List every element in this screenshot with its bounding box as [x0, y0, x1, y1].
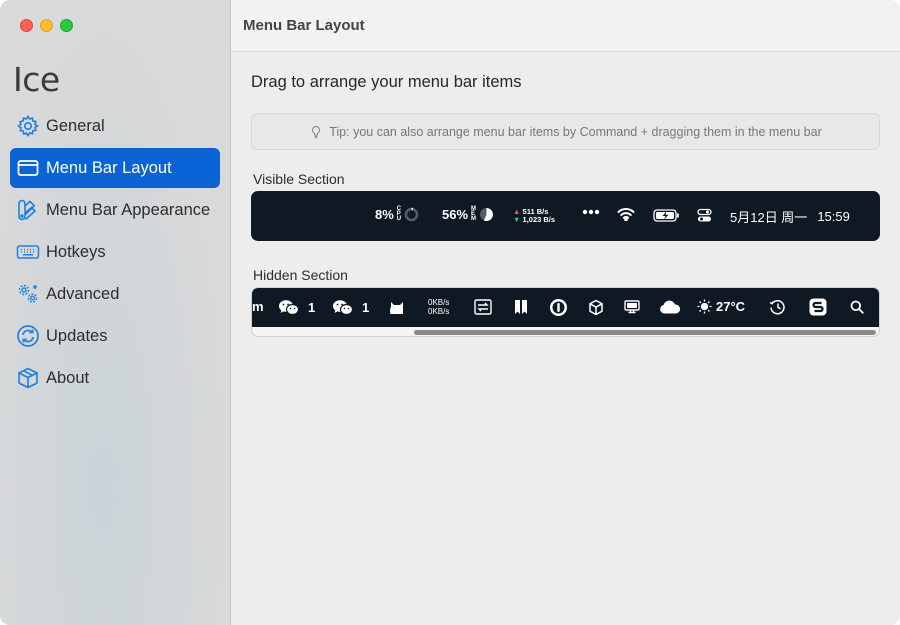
- time-text: 15:59: [817, 209, 850, 224]
- sogou-input-icon: [809, 298, 827, 316]
- memory-usage-text: 56%: [442, 207, 469, 222]
- title-bar: Menu Bar Layout: [231, 0, 900, 52]
- zoom-window-button[interactable]: [60, 19, 73, 32]
- wechat-item-2[interactable]: 1: [332, 299, 369, 316]
- wifi-icon: [617, 208, 635, 221]
- cat-app-item[interactable]: [389, 298, 405, 315]
- menubar-icon: [15, 155, 41, 181]
- control-center-icon: [697, 208, 712, 222]
- sidebar-item-menu-bar-appearance[interactable]: Menu Bar Appearance: [10, 190, 220, 230]
- hidden-section-label: Hidden Section: [253, 267, 348, 283]
- keyboard-icon: [15, 239, 41, 265]
- more-dots-item[interactable]: [582, 209, 600, 215]
- weather-item[interactable]: 27°C: [697, 299, 745, 314]
- temperature-text: 27°C: [716, 299, 746, 314]
- display-item[interactable]: [624, 300, 640, 314]
- time-machine-item[interactable]: [769, 299, 786, 315]
- net-down-text: 1,023 B/s: [522, 215, 556, 224]
- control-center-item[interactable]: [697, 208, 712, 223]
- wifi-item[interactable]: [617, 207, 635, 221]
- screen-transfer-icon: [474, 299, 492, 315]
- updates-icon: [15, 323, 41, 349]
- one-password-icon: [550, 299, 567, 316]
- settings-window: Ice General Menu Bar Layout Menu Bar App…: [0, 0, 900, 625]
- sidebar-item-label: Advanced: [46, 284, 120, 303]
- memory-pie-icon: [480, 208, 494, 221]
- box-icon: [589, 299, 603, 316]
- window-title: Menu Bar Layout: [243, 17, 365, 34]
- close-window-button[interactable]: [20, 19, 33, 32]
- minimize-window-button[interactable]: [40, 19, 53, 32]
- lightbulb-icon: [312, 125, 321, 138]
- tip-text: Tip: you can also arrange menu bar items…: [329, 124, 822, 139]
- sun-icon: [697, 299, 712, 314]
- truncated-text: m: [252, 299, 264, 314]
- hidden-section-bar: m 1 1 0KB/s 0KB/s 27°C: [252, 288, 879, 327]
- wechat-icon: [279, 300, 300, 316]
- sidebar-item-advanced[interactable]: Advanced: [10, 274, 220, 314]
- cloud-icon: [660, 300, 681, 314]
- ellipsis-icon: [582, 209, 600, 215]
- sidebar-item-label: Hotkeys: [46, 242, 106, 261]
- display-icon: [624, 300, 640, 314]
- wechat-count-1: 1: [308, 300, 316, 315]
- truncated-item[interactable]: m: [252, 299, 264, 314]
- memory-label-icon: MEM: [471, 206, 477, 222]
- gear-icon: [15, 113, 41, 139]
- gears-icon: [15, 281, 41, 307]
- sidebar-nav: General Menu Bar Layout Menu Bar Appeara…: [10, 106, 220, 400]
- cpu-ring-icon: [404, 207, 419, 222]
- net-down-text: 0KB/s: [428, 307, 450, 316]
- cpu-usage-item[interactable]: 8% CPU: [375, 206, 419, 222]
- sidebar-item-general[interactable]: General: [10, 106, 220, 146]
- sidebar-item-label: General: [46, 116, 105, 135]
- cpu-usage-text: 8%: [375, 207, 394, 222]
- sidebar-item-label: Updates: [46, 326, 108, 345]
- time-machine-icon: [769, 300, 785, 315]
- visible-section-bar: 8% CPU 56% MEM ▲ 511 B/s ▼ 1,023 B/s 5月1…: [251, 191, 880, 241]
- cpu-label-icon: CPU: [396, 206, 402, 222]
- tip-box: Tip: you can also arrange menu bar items…: [251, 113, 880, 150]
- wechat-item-1[interactable]: 1: [278, 299, 315, 316]
- sidebar-item-menu-bar-layout[interactable]: Menu Bar Layout: [10, 148, 220, 188]
- password-manager-item[interactable]: [549, 298, 568, 317]
- net-up-text: 0KB/s: [428, 298, 450, 307]
- net-down-row: ▼ 1,023 B/s: [513, 215, 556, 224]
- hidden-section-container: m 1 1 0KB/s 0KB/s 27°C: [251, 287, 880, 337]
- bookmark-app-item[interactable]: [514, 299, 528, 315]
- network-speed-item[interactable]: ▲ 511 B/s ▼ 1,023 B/s: [513, 208, 555, 224]
- wechat-icon: [333, 300, 354, 316]
- sidebar-item-about[interactable]: About: [10, 358, 220, 398]
- horizontal-scrollbar[interactable]: [414, 330, 876, 335]
- sidebar-item-updates[interactable]: Updates: [10, 316, 220, 356]
- input-method-item[interactable]: [809, 298, 827, 316]
- cube-icon: [15, 365, 41, 391]
- spotlight-item[interactable]: [850, 300, 864, 314]
- search-icon: [850, 300, 864, 314]
- sidebar: Ice General Menu Bar Layout Menu Bar App…: [0, 0, 231, 625]
- package-app-item[interactable]: [588, 299, 604, 316]
- sidebar-item-label: Menu Bar Layout: [46, 158, 172, 177]
- network-traffic-item[interactable]: 0KB/s 0KB/s: [428, 298, 449, 316]
- battery-item[interactable]: [653, 209, 680, 222]
- sidebar-item-label: Menu Bar Appearance: [46, 200, 211, 219]
- visible-section-label: Visible Section: [253, 171, 345, 187]
- split-window-icon: [515, 300, 527, 314]
- screen-switch-item[interactable]: [474, 299, 492, 315]
- appearance-icon: [15, 197, 41, 223]
- main-pane: Menu Bar Layout Drag to arrange your men…: [231, 0, 900, 625]
- date-text: 5月12日 周一: [730, 210, 808, 225]
- cat-icon: [390, 302, 403, 315]
- icloud-item[interactable]: [659, 300, 681, 314]
- network-speed-values: ▲ 511 B/s ▼ 1,023 B/s: [513, 208, 555, 224]
- app-title: Ice: [13, 60, 60, 99]
- page-heading: Drag to arrange your menu bar items: [251, 73, 522, 91]
- network-traffic-values: 0KB/s 0KB/s: [428, 298, 449, 316]
- battery-charging-icon: [653, 209, 679, 222]
- sidebar-item-hotkeys[interactable]: Hotkeys: [10, 232, 220, 272]
- sidebar-item-label: About: [46, 368, 90, 387]
- memory-usage-item[interactable]: 56% MEM: [442, 206, 494, 222]
- wechat-count-2: 1: [362, 300, 370, 315]
- clock-item[interactable]: 5月12日 周一 15:59: [730, 207, 850, 226]
